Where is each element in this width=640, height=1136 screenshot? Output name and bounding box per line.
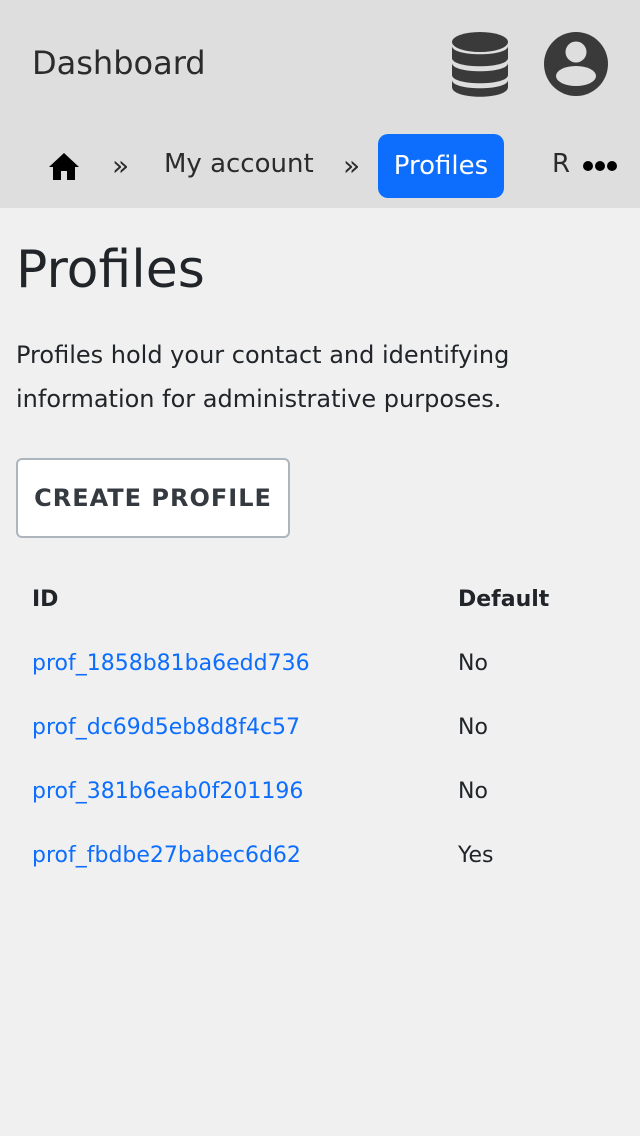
profile-id-link[interactable]: prof_fbdbe27babec6d62 (32, 843, 301, 868)
table-row: prof_1858b81ba6edd736 No (16, 632, 624, 696)
breadcrumb-my-account[interactable]: My account (164, 144, 314, 184)
table-header-row: ID Default (16, 568, 624, 632)
page-description: Profiles hold your contact and identifyi… (16, 341, 510, 413)
user-circle-icon[interactable] (543, 31, 609, 97)
app-title[interactable]: Dashboard (32, 42, 206, 84)
default-cell: Yes (458, 843, 494, 868)
breadcrumb-truncated-item[interactable]: R (552, 144, 570, 184)
default-cell: No (458, 779, 488, 804)
database-icon[interactable] (452, 31, 508, 97)
profile-id-link[interactable]: prof_1858b81ba6edd736 (32, 651, 310, 676)
profile-id-cell: prof_381b6eab0f201196 (32, 760, 303, 824)
default-cell: No (458, 651, 488, 676)
breadcrumb-separator: » (343, 149, 361, 182)
profile-id-link[interactable]: prof_381b6eab0f201196 (32, 779, 303, 804)
default-cell: No (458, 715, 488, 740)
page-title: Profiles (16, 240, 205, 300)
column-header-default: Default (458, 587, 550, 612)
profile-id-cell: prof_dc69d5eb8d8f4c57 (32, 696, 300, 760)
table-row: prof_fbdbe27babec6d62 Yes (16, 824, 624, 888)
column-header-id: ID (32, 587, 59, 612)
breadcrumb-separator: » (112, 149, 130, 182)
profile-id-cell: prof_1858b81ba6edd736 (32, 632, 310, 696)
profile-id-link[interactable]: prof_dc69d5eb8d8f4c57 (32, 715, 300, 740)
table-row: prof_dc69d5eb8d8f4c57 No (16, 696, 624, 760)
home-icon[interactable] (48, 152, 80, 180)
profile-id-cell: prof_fbdbe27babec6d62 (32, 824, 301, 888)
breadcrumb: » My account » Profiles R (0, 134, 640, 198)
top-bar: Dashboard » My account » Profiles R (0, 0, 640, 208)
more-horizontal-icon[interactable] (582, 160, 618, 172)
create-profile-button[interactable]: CREATE PROFILE (16, 458, 290, 538)
breadcrumb-profiles-active[interactable]: Profiles (378, 134, 504, 198)
table-row: prof_381b6eab0f201196 No (16, 760, 624, 824)
